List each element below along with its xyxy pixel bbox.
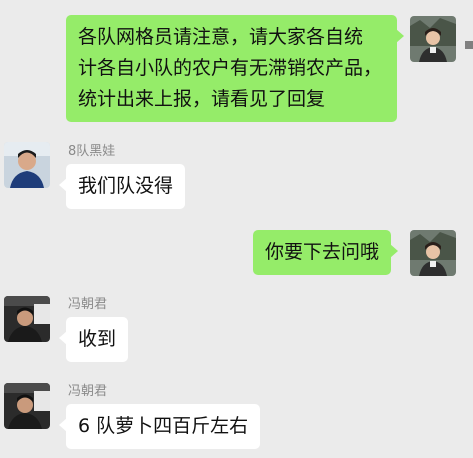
self-avatar-image xyxy=(410,16,456,62)
message-line: 计各自小队的农户有无滞销农产品， xyxy=(78,57,383,79)
sender-avatar[interactable] xyxy=(4,296,50,342)
message-bubble-incoming[interactable]: 收到 xyxy=(58,317,129,362)
message-line: 统计出来上报，请看见了回复 xyxy=(78,88,326,110)
sender-avatar[interactable] xyxy=(4,383,50,429)
message-text: 你要下去问哦 xyxy=(265,241,380,263)
message-bubble-outgoing[interactable]: 各队网格员请注意，请大家各自统 计各自小队的农户有无滞销农产品， 统计出来上报，… xyxy=(66,15,404,122)
sender-name: 冯朝君 xyxy=(68,384,108,399)
self-avatar[interactable] xyxy=(410,16,456,62)
message-bubble-incoming[interactable]: 我们队没得 xyxy=(58,164,186,209)
sender-avatar[interactable] xyxy=(4,142,50,188)
sender-avatar-image xyxy=(4,142,50,188)
sender-avatar-image xyxy=(4,383,50,429)
message-bubble-outgoing[interactable]: 你要下去问哦 xyxy=(253,230,399,275)
scroll-edge-marker xyxy=(465,41,473,49)
message-text: 收到 xyxy=(78,328,117,350)
sender-name: 8队黑娃 xyxy=(68,144,116,159)
message-line: 各队网格员请注意，请大家各自统 xyxy=(78,26,364,48)
message-bubble-incoming[interactable]: 6 队萝卜四百斤左右 xyxy=(58,404,261,449)
message-text: 6 队萝卜四百斤左右 xyxy=(78,415,249,437)
sender-name: 冯朝君 xyxy=(68,297,108,312)
sender-avatar-image xyxy=(4,296,50,342)
self-avatar[interactable] xyxy=(410,230,456,276)
self-avatar-image xyxy=(410,230,456,276)
message-text: 我们队没得 xyxy=(78,175,174,197)
